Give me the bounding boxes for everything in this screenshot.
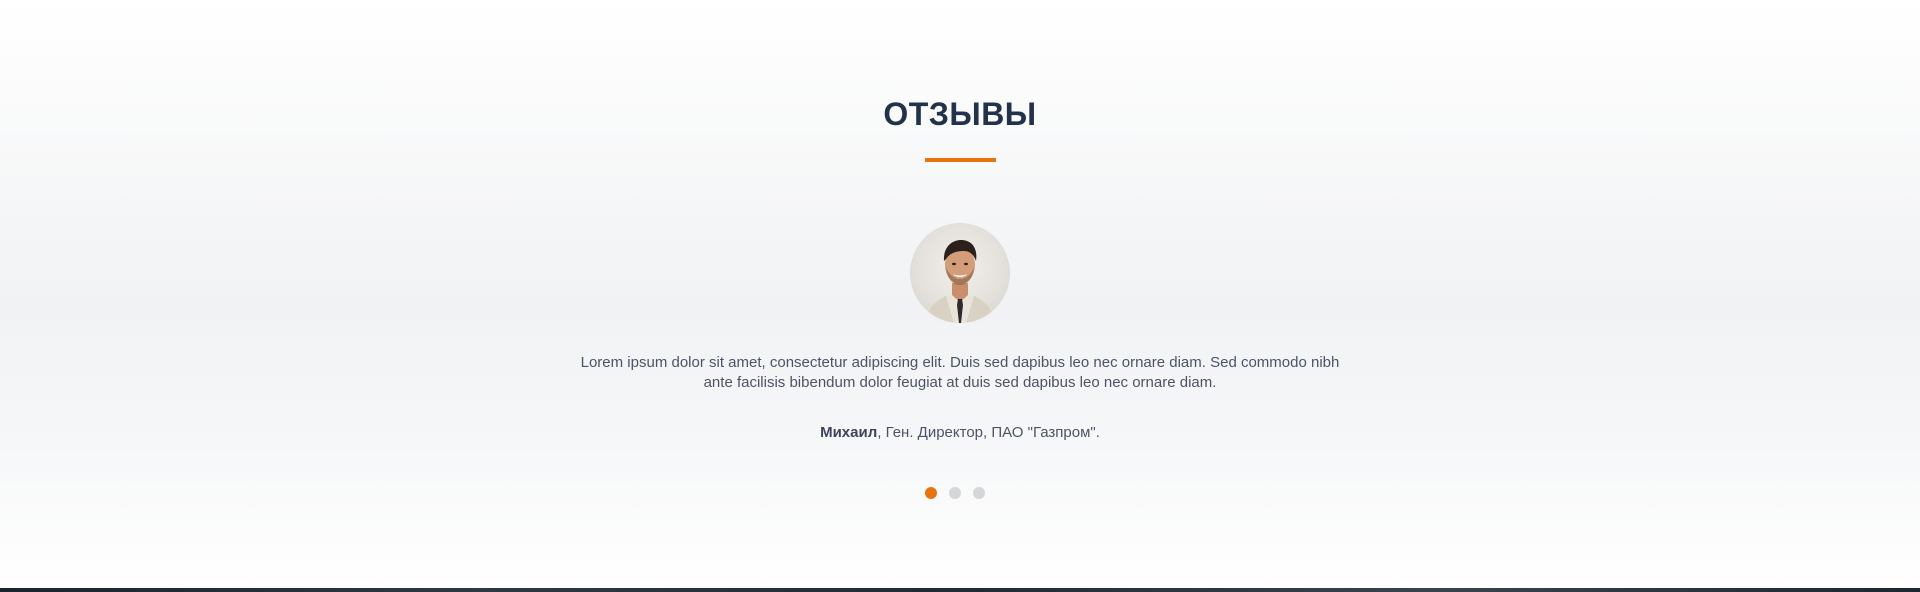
pager-dot-1[interactable] bbox=[925, 487, 937, 499]
person-photo-icon bbox=[924, 240, 996, 323]
author-name: Михаил bbox=[820, 424, 878, 441]
pager-dot-3[interactable] bbox=[973, 487, 985, 499]
pager-dot-2[interactable] bbox=[949, 487, 961, 499]
testimonial-avatar bbox=[910, 223, 1010, 323]
section-title: ОТЗЫВЫ bbox=[883, 96, 1037, 132]
testimonial-quote: Lorem ipsum dolor sit amet, consectetur … bbox=[580, 354, 1340, 391]
title-underline bbox=[925, 158, 996, 162]
author-role: , Ген. Директор, ПАО "Газпром". bbox=[877, 424, 1100, 441]
testimonials-section: ОТЗЫВЫ Lorem ipsum dolor sit amet, conse… bbox=[0, 0, 1920, 588]
carousel-pager bbox=[925, 487, 985, 499]
next-section-edge bbox=[0, 588, 1920, 592]
testimonial-author: Михаил, Ген. Директор, ПАО "Газпром". bbox=[0, 424, 1920, 441]
